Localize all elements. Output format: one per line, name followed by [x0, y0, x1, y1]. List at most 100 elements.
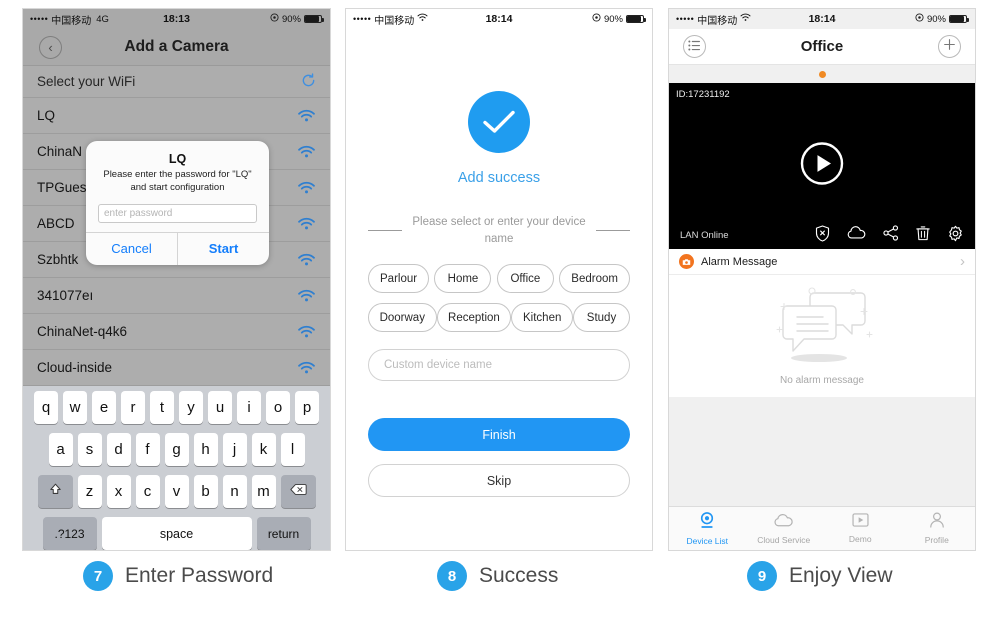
add-device-button[interactable]	[938, 35, 961, 58]
key-l[interactable]: l	[280, 433, 305, 466]
key-q[interactable]: q	[34, 391, 58, 424]
tab-device-list[interactable]: Device List	[669, 507, 746, 550]
wifi-signal-icon	[297, 252, 316, 267]
wifi-row[interactable]: 341077eı	[23, 278, 330, 314]
shield-off-icon[interactable]	[815, 224, 830, 247]
wifi-row[interactable]: Cloud-inside	[23, 350, 330, 386]
key-e[interactable]: e	[92, 391, 116, 424]
key-d[interactable]: d	[106, 433, 131, 466]
dialog-message: Please enter the password for "LQ" and s…	[103, 169, 252, 193]
key-r[interactable]: r	[121, 391, 145, 424]
tab-demo[interactable]: Demo	[822, 507, 899, 550]
key-a[interactable]: a	[48, 433, 73, 466]
shift-key[interactable]	[37, 475, 73, 508]
key-y[interactable]: y	[179, 391, 203, 424]
gear-icon[interactable]	[947, 225, 964, 247]
chip-parlour[interactable]: Parlour	[368, 264, 430, 294]
keyboard-row-2: a s d f g h j k l	[25, 433, 328, 466]
chip-doorway[interactable]: Doorway	[368, 303, 437, 333]
password-input[interactable]: enter password	[98, 203, 257, 223]
key-p[interactable]: p	[295, 391, 319, 424]
key-f[interactable]: f	[135, 433, 160, 466]
back-button[interactable]: ‹	[39, 35, 62, 59]
step-label: Enter Password	[125, 564, 274, 587]
skip-button[interactable]: Skip	[368, 464, 630, 498]
cloud-icon[interactable]	[847, 226, 866, 245]
share-icon[interactable]	[883, 225, 899, 246]
carrier-label: 中国移动	[51, 15, 92, 27]
chip-reception[interactable]: Reception	[436, 303, 512, 333]
tab-cloud-service[interactable]: Cloud Service	[746, 507, 823, 550]
key-n[interactable]: n	[222, 475, 247, 508]
success-indicator: Add success	[368, 91, 630, 186]
list-menu-icon	[688, 38, 701, 56]
camera-icon	[699, 511, 715, 534]
cancel-button[interactable]: Cancel	[86, 233, 177, 265]
key-m[interactable]: m	[251, 475, 276, 508]
key-g[interactable]: g	[164, 433, 189, 466]
key-w[interactable]: w	[63, 391, 87, 424]
key-b[interactable]: b	[193, 475, 218, 508]
key-h[interactable]: h	[193, 433, 218, 466]
finish-button[interactable]: Finish	[368, 418, 630, 452]
list-menu-button[interactable]	[683, 35, 706, 58]
carrier-label: 中国移动	[374, 15, 415, 27]
chip-home[interactable]: Home	[434, 264, 492, 294]
chip-office[interactable]: Office	[496, 264, 554, 294]
trash-icon[interactable]	[916, 225, 930, 246]
step-caption-9: 9 Enjoy View	[747, 561, 893, 591]
battery-icon	[304, 14, 324, 24]
bottom-tab-bar: Device List Cloud Service Demo Profile	[669, 506, 975, 550]
wifi-signal-icon	[297, 360, 316, 375]
checkmark-icon	[468, 91, 530, 153]
chip-bedroom[interactable]: Bedroom	[559, 264, 630, 294]
plus-icon	[943, 38, 956, 56]
connection-status-label: LAN Online	[680, 230, 729, 241]
return-key[interactable]: return	[256, 517, 311, 550]
wifi-row[interactable]: LQ	[23, 98, 330, 134]
key-s[interactable]: s	[77, 433, 102, 466]
wifi-signal-icon	[297, 108, 316, 123]
key-x[interactable]: x	[106, 475, 131, 508]
key-k[interactable]: k	[251, 433, 276, 466]
key-z[interactable]: z	[77, 475, 102, 508]
wifi-signal-icon	[297, 144, 316, 159]
signal-dots: •••••	[30, 13, 49, 24]
page-indicator	[669, 65, 975, 83]
battery-percent: 90%	[926, 13, 946, 25]
keyboard-row-4: .?123 space return	[25, 517, 328, 550]
key-i[interactable]: i	[237, 391, 261, 424]
wifi-ssid: Cloud-inside	[37, 360, 113, 375]
key-j[interactable]: j	[222, 433, 247, 466]
start-button[interactable]: Start	[177, 232, 269, 265]
phone-panel-success: ••••• 中国移动 18:14 90% Add success Please …	[345, 8, 653, 551]
wifi-row[interactable]: ChinaNet-q4k6	[23, 314, 330, 350]
page-dot-active[interactable]	[818, 70, 826, 78]
key-o[interactable]: o	[266, 391, 290, 424]
backspace-key[interactable]	[280, 475, 316, 508]
person-icon	[929, 512, 945, 533]
key-v[interactable]: v	[164, 475, 189, 508]
alarm-message-row[interactable]: Alarm Message ›	[669, 249, 975, 275]
prompt-text: Please select or enter your device name	[412, 216, 586, 245]
refresh-icon[interactable]	[301, 72, 316, 91]
key-t[interactable]: t	[150, 391, 174, 424]
device-name-chip-group: Parlour Home Office Bedroom Doorway Rece…	[368, 264, 630, 342]
tab-profile[interactable]: Profile	[899, 507, 976, 550]
chip-kitchen[interactable]: Kitchen	[511, 303, 573, 333]
numbers-key[interactable]: .?123	[42, 517, 97, 550]
space-key[interactable]: space	[101, 517, 252, 550]
wifi-signal-icon	[297, 324, 316, 339]
custom-device-name-input[interactable]: Custom device name	[368, 349, 630, 382]
chip-study[interactable]: Study	[573, 303, 630, 333]
key-c[interactable]: c	[135, 475, 160, 508]
alarm-empty-label: No alarm message	[780, 375, 864, 386]
step-caption-8: 8 Success	[437, 561, 558, 591]
key-u[interactable]: u	[208, 391, 232, 424]
status-bar-left: ••••• 中国移动 4G	[30, 12, 109, 27]
camera-video-view[interactable]: ID:17231192 LAN Online	[669, 83, 975, 249]
step-label: Success	[479, 564, 559, 587]
wifi-section-header: Select your WiFi	[23, 66, 330, 98]
status-bar: ••••• 中国移动 18:14 90%	[669, 9, 975, 29]
play-button[interactable]	[800, 142, 844, 191]
